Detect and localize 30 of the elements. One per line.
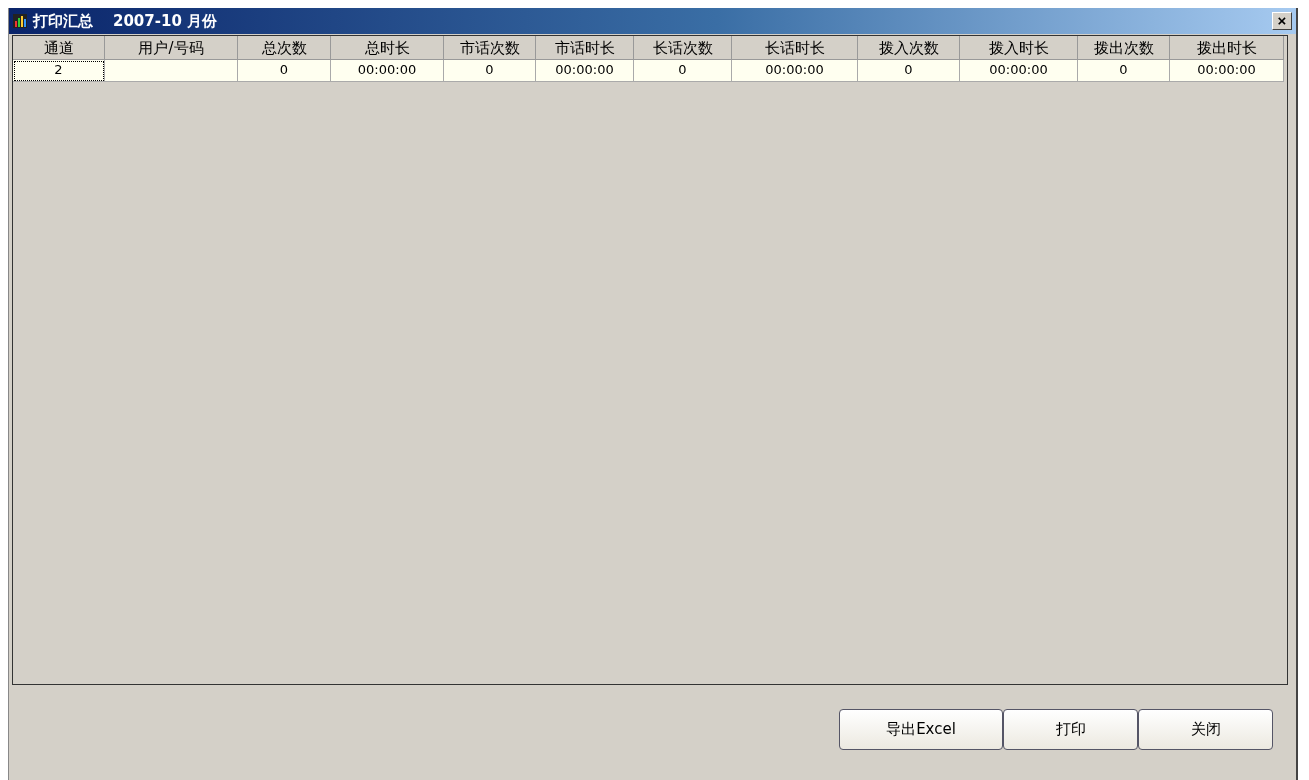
column-header[interactable]: 拨入次数 xyxy=(858,36,960,60)
table-cell: 00:00:00 xyxy=(732,60,858,82)
column-header[interactable]: 市话时长 xyxy=(536,36,634,60)
action-button[interactable]: 打印 xyxy=(1003,709,1138,750)
column-header[interactable]: 长话时长 xyxy=(732,36,858,60)
action-button[interactable]: 关闭 xyxy=(1138,709,1273,750)
column-header[interactable]: 用户/号码 xyxy=(105,36,238,60)
column-header[interactable]: 通道 xyxy=(13,36,105,60)
window-title: 打印汇总 xyxy=(33,11,93,31)
column-header[interactable]: 总时长 xyxy=(331,36,444,60)
column-header[interactable]: 拨出次数 xyxy=(1078,36,1170,60)
table-cell: 0 xyxy=(1078,60,1170,82)
period-label: 2007-10 月份 xyxy=(113,11,218,31)
table-cell: 0 xyxy=(238,60,331,82)
column-header[interactable]: 拨入时长 xyxy=(960,36,1078,60)
column-header[interactable]: 拨出时长 xyxy=(1170,36,1284,60)
table-cell: 00:00:00 xyxy=(960,60,1078,82)
close-button[interactable]: × xyxy=(1272,12,1292,30)
action-button[interactable]: 导出Excel xyxy=(839,709,1003,750)
table-cell: 00:00:00 xyxy=(536,60,634,82)
chart-icon xyxy=(13,14,27,28)
table-cell: 2 xyxy=(13,60,105,82)
table-cell: 0 xyxy=(858,60,960,82)
table-cell: 00:00:00 xyxy=(331,60,444,82)
table-cell: 0 xyxy=(444,60,536,82)
table-cell: 0 xyxy=(634,60,732,82)
column-header[interactable]: 总次数 xyxy=(238,36,331,60)
column-header[interactable]: 市话次数 xyxy=(444,36,536,60)
column-header[interactable]: 长话次数 xyxy=(634,36,732,60)
table-cell: 00:00:00 xyxy=(1170,60,1284,82)
